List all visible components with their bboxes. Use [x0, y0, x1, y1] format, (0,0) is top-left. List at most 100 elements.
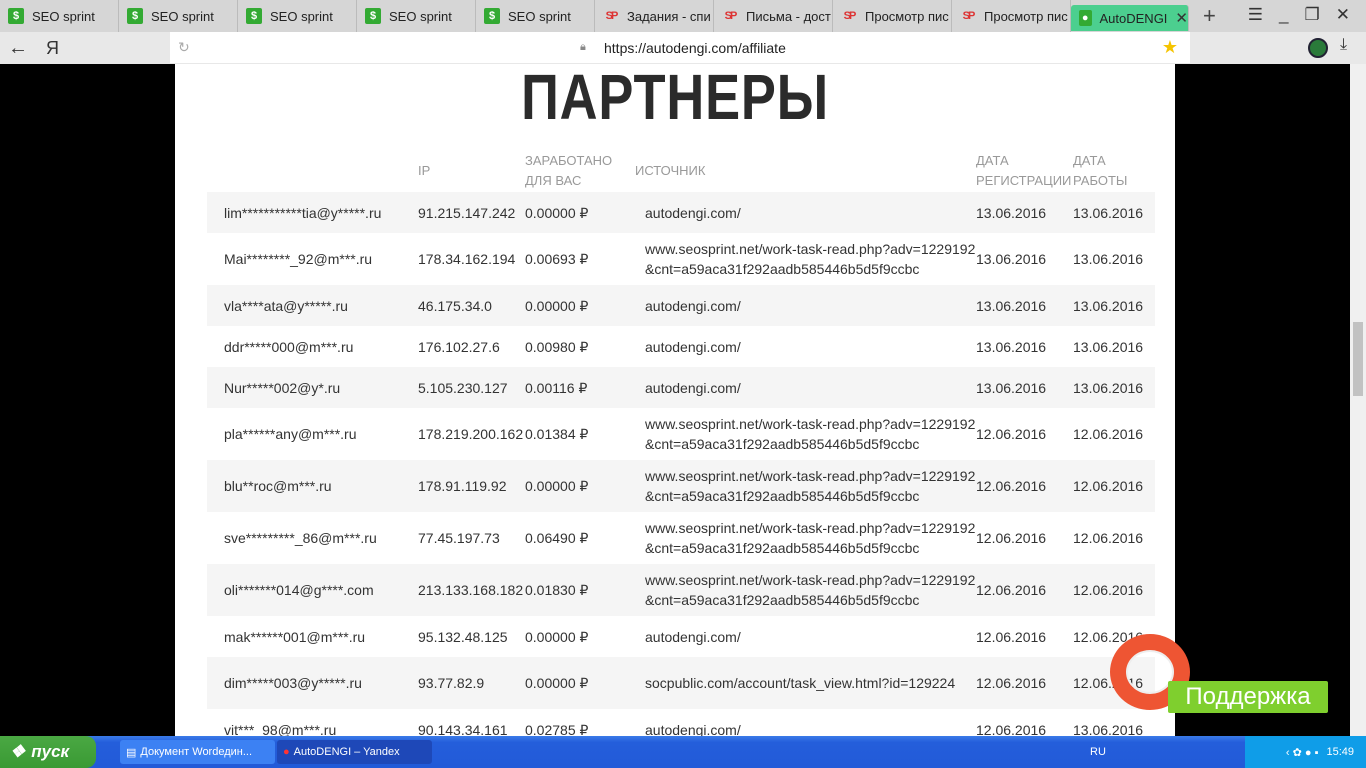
cell-source: www.seosprint.net/work-task-read.php?adv…: [645, 241, 976, 277]
cell-email: Nur*****002@y*.ru: [224, 379, 341, 396]
url-text[interactable]: https://autodengi.com/affiliate: [604, 40, 786, 56]
cell-work-date: 12.06.2016: [1073, 478, 1144, 494]
header-source: ИСТОЧНИК: [635, 163, 706, 178]
tab-label: SEO sprint: [32, 8, 95, 24]
table-row: Mai********_92@m***.ru 178.34.162.194 0.00…: [207, 233, 1155, 285]
cell-ip: 77.45.197.73: [418, 530, 500, 546]
cell-work-date: 13.06.2016: [1073, 204, 1144, 221]
cell-ip: 95.132.48.125: [418, 628, 508, 645]
minimize-icon[interactable]: _: [1279, 5, 1288, 25]
tab[interactable]: SP Просмотр пис: [952, 0, 1071, 32]
close-window-icon[interactable]: ✕: [1336, 5, 1350, 25]
cell-source: autodengi.com/: [645, 204, 741, 221]
cell-ip: 178.34.162.194: [418, 251, 516, 267]
tab[interactable]: $ SEO sprint: [238, 0, 357, 32]
tab[interactable]: $ SEO sprint: [476, 0, 595, 32]
tab[interactable]: SP Задания - спи: [595, 0, 714, 32]
cell-reg-date: 12.06.2016: [976, 675, 1047, 691]
cell-source: autodengi.com/: [645, 297, 741, 314]
table-row: ddr*****000@m***.ru 176.102.27.6 0.00980 ₽…: [207, 326, 1155, 367]
cell-ip: 93.77.82.9: [418, 675, 485, 691]
cell-reg-date: 13.06.2016: [976, 204, 1047, 221]
tab[interactable]: $ SEO sprint: [0, 0, 119, 32]
table-row: lim***********tia@y*****.ru 91.215.147.24…: [207, 192, 1155, 233]
tab-label: Просмотр пис: [865, 8, 949, 24]
cell-ip: 178.91.119.92: [418, 478, 507, 494]
cell-source: www.seosprint.net/work-task-read.php?adv…: [645, 572, 976, 608]
seosprint-icon: $: [8, 8, 24, 24]
cell-email: pla******any@m***.ru: [224, 426, 357, 442]
tab-label: SEO sprint: [270, 8, 333, 24]
back-icon[interactable]: ←: [8, 37, 28, 60]
cell-source: autodengi.com/: [645, 628, 741, 645]
taskbar-item-yandex[interactable]: ● AutoDENGI – Yandex: [277, 740, 432, 764]
url-field[interactable]: ↻ 🔒︎ https://autodengi.com/affiliate ★: [170, 32, 1190, 63]
start-button[interactable]: ❖ пуск: [0, 736, 96, 768]
bookmark-star-icon[interactable]: ★: [1162, 37, 1178, 58]
table-row: sve*********_86@m***.ru 77.45.197.73 0.064…: [207, 512, 1155, 564]
seosprint-icon: $: [365, 8, 381, 24]
partners-table: IP ЗАРАБОТАНО ДЛЯ ВАС ИСТОЧНИК ДАТА РЕГИ…: [207, 150, 1155, 736]
cell-reg-date: 12.06.2016: [976, 582, 1047, 598]
tab-label: SEO sprint: [151, 8, 214, 24]
cell-reg-date: 12.06.2016: [976, 530, 1047, 546]
cell-reg-date: 12.06.2016: [976, 628, 1047, 645]
cell-earned: 0.01384 ₽: [525, 426, 589, 442]
tab[interactable]: $ SEO sprint: [119, 0, 238, 32]
cell-earned: 0.00000 ₽: [525, 478, 589, 494]
globe-icon[interactable]: [1308, 38, 1328, 58]
tab-label: SEO sprint: [508, 8, 571, 24]
table-row: dim*****003@y*****.ru 93.77.82.9 0.00000 ₽…: [207, 657, 1155, 709]
address-bar: ← Я ↻ 🔒︎ https://autodengi.com/affiliate…: [0, 32, 1366, 64]
tab[interactable]: SP Просмотр пис: [833, 0, 952, 32]
table-row: vla****ata@y*****.ru 46.175.34.0 0.00000 ₽…: [207, 285, 1155, 326]
tab-label: Задания - спи: [627, 8, 711, 24]
tab[interactable]: SP Письма - дост: [714, 0, 833, 32]
tab[interactable]: $ SEO sprint: [357, 0, 476, 32]
cell-work-date: 12.06.2016: [1073, 426, 1144, 442]
autodengi-icon: ●: [1079, 10, 1092, 26]
cell-ip: 46.175.34.0: [418, 297, 492, 314]
yandex-logo[interactable]: Я: [46, 38, 59, 59]
tab-active[interactable]: ● AutoDENGI ✕: [1071, 5, 1189, 31]
cell-reg-date: 12.06.2016: [976, 426, 1047, 442]
support-button[interactable]: Поддержка: [1168, 681, 1328, 713]
cell-work-date: 12.06.2016: [1073, 582, 1144, 598]
download-icon[interactable]: ⤓: [1340, 36, 1347, 54]
cell-source: autodengi.com/: [645, 721, 741, 737]
page-content: ПАРТНЕРЫ IP ЗАРАБОТАНО ДЛЯ ВАС ИСТОЧНИК …: [175, 64, 1175, 736]
taskbar-item-word[interactable]: ▤ Документ Wordедин...: [120, 740, 275, 764]
menu-icon[interactable]: ☰: [1248, 5, 1263, 25]
cell-email: oli*******014@g****.com: [224, 582, 374, 598]
new-tab-icon[interactable]: +: [1203, 3, 1216, 29]
cell-work-date: 13.06.2016: [1073, 379, 1144, 396]
table-row: oli*******014@g****.com 213.133.168.182 0.…: [207, 564, 1155, 616]
sp-icon: SP: [843, 10, 857, 22]
cell-earned: 0.06490 ₽: [525, 530, 589, 546]
table-row: pla******any@m***.ru 178.219.200.162 0.013…: [207, 408, 1155, 460]
tray-icons[interactable]: ‹ ✿ ● ▪: [1286, 746, 1319, 759]
sp-icon: SP: [605, 10, 619, 22]
cell-work-date: 13.06.2016: [1073, 721, 1144, 737]
close-tab-icon[interactable]: ✕: [1175, 9, 1188, 27]
reload-icon[interactable]: ↻: [178, 39, 190, 56]
cell-ip: 91.215.147.242: [418, 204, 516, 221]
cell-earned: 0.00693 ₽: [525, 251, 589, 267]
page-title: ПАРТНЕРЫ: [521, 64, 829, 133]
word-doc-icon: ▤: [126, 746, 137, 759]
language-indicator[interactable]: RU: [1090, 746, 1106, 758]
tab-label: Письма - дост: [746, 8, 831, 24]
cell-work-date: 13.06.2016: [1073, 297, 1144, 314]
restore-icon[interactable]: ❐: [1305, 5, 1320, 25]
cell-email: sve*********_86@m***.ru: [224, 530, 377, 546]
cell-source: www.seosprint.net/work-task-read.php?adv…: [645, 416, 976, 452]
table-row: blu**roc@m***.ru 178.91.119.92 0.00000 ₽ ww…: [207, 460, 1155, 512]
cell-reg-date: 13.06.2016: [976, 297, 1047, 314]
cell-earned: 0.00000 ₽: [525, 297, 589, 314]
sp-icon: SP: [724, 10, 738, 22]
cell-email: dim*****003@y*****.ru: [224, 675, 362, 691]
cell-ip: 90.143.34.161: [418, 721, 508, 737]
scrollbar-thumb[interactable]: [1353, 322, 1363, 396]
scrollbar[interactable]: [1350, 64, 1366, 736]
cell-work-date: 12.06.2016: [1073, 530, 1144, 546]
